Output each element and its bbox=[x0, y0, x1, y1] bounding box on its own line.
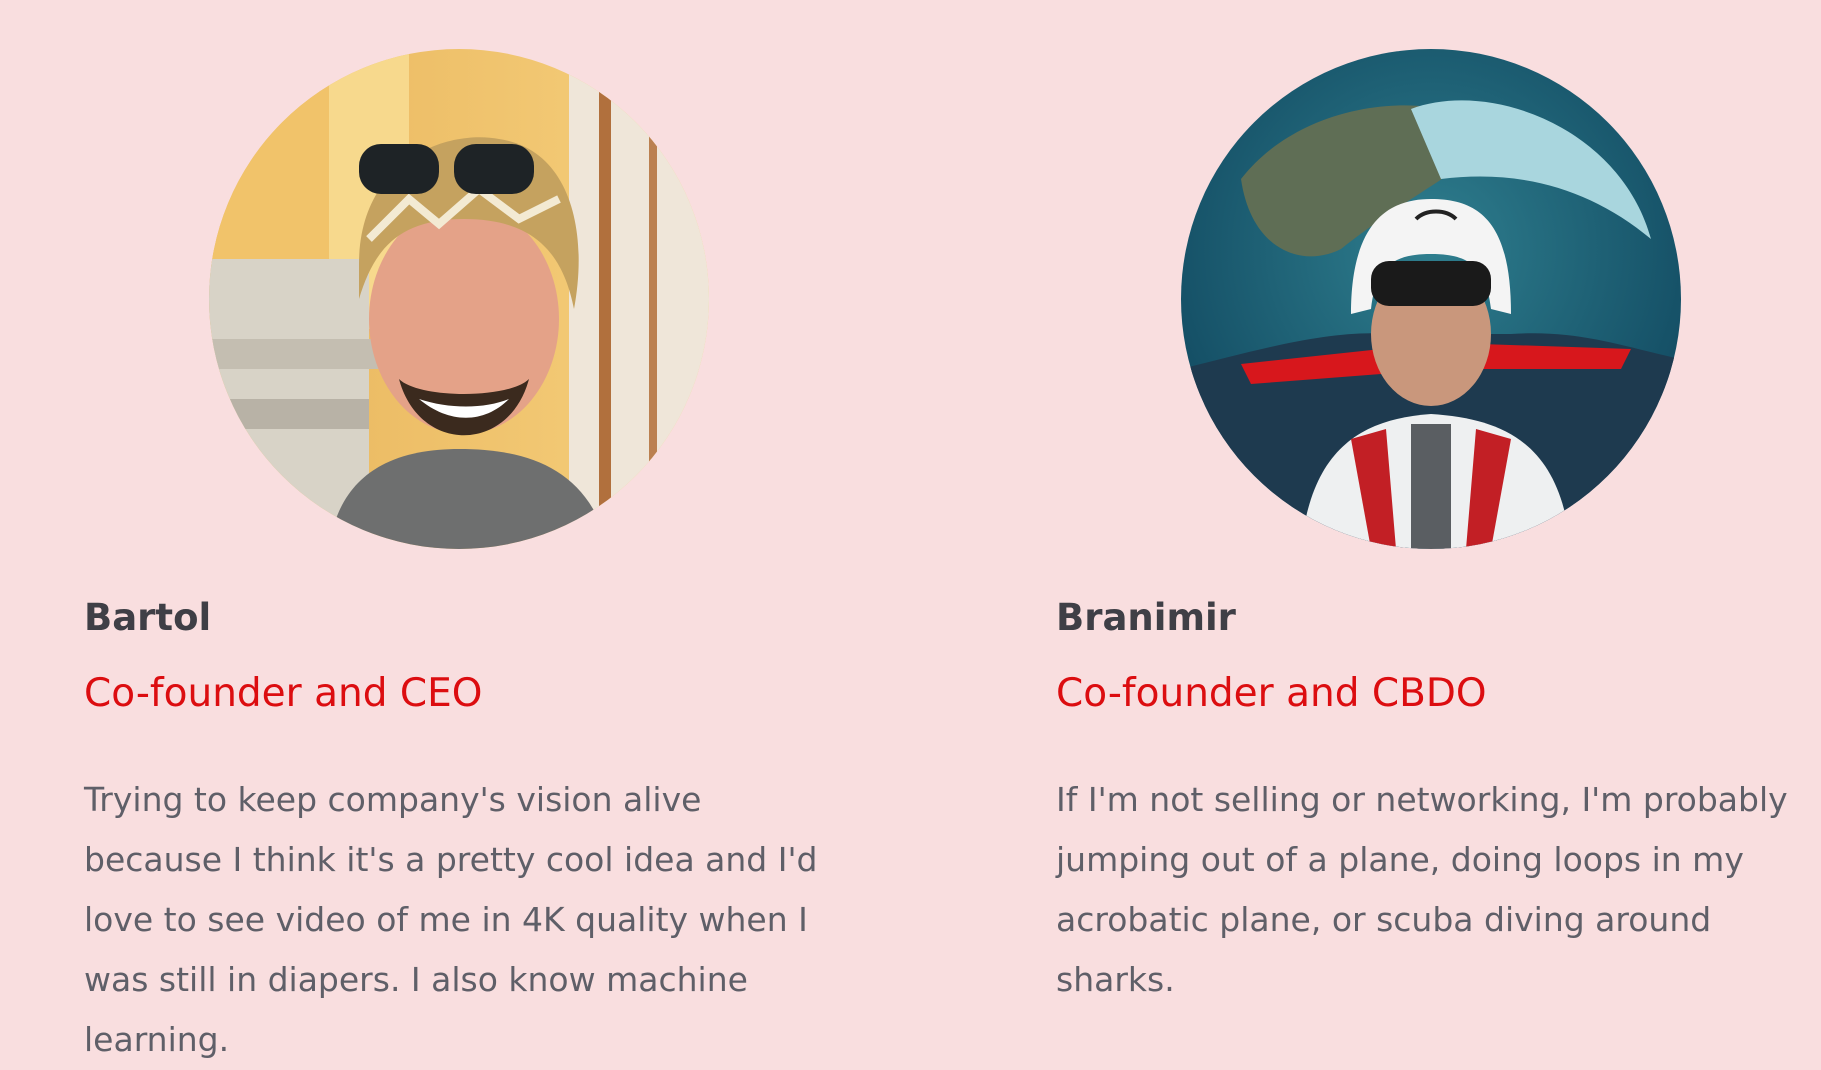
member-bio: If I'm not selling or networking, I'm pr… bbox=[1056, 780, 1788, 999]
member-role: Co-founder and CBDO bbox=[1056, 671, 1487, 716]
avatar bbox=[209, 49, 709, 549]
member-role: Co-founder and CEO bbox=[84, 671, 483, 716]
person-photo-icon bbox=[209, 49, 709, 549]
avatar bbox=[1181, 49, 1681, 549]
member-name: Branimir bbox=[1056, 596, 1236, 639]
member-name: Bartol bbox=[84, 596, 212, 639]
pilot-photo-icon bbox=[1181, 49, 1681, 549]
member-bio: Trying to keep company's vision alive be… bbox=[84, 780, 818, 1059]
team-section: Bartol Co-founder and CEO Trying to keep… bbox=[0, 0, 1821, 1059]
